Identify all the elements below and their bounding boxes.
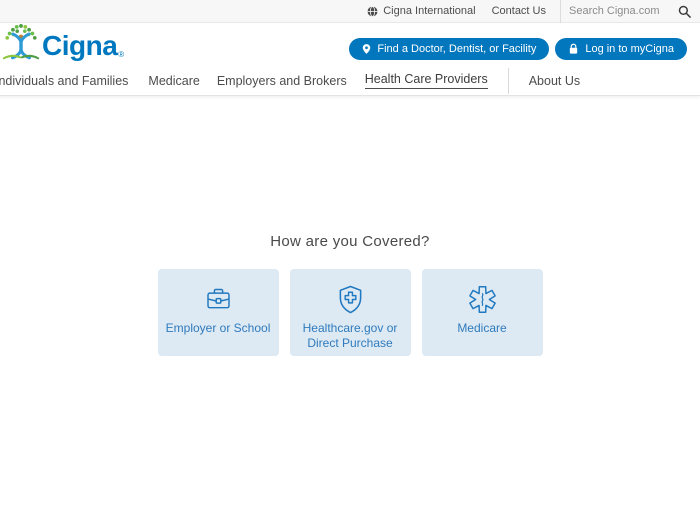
star-of-life-icon (467, 281, 498, 317)
globe-icon (367, 5, 378, 17)
briefcase-icon (203, 281, 234, 317)
lock-icon (568, 43, 579, 55)
search-button[interactable] (674, 5, 700, 18)
search-input[interactable] (569, 5, 674, 17)
main-content: How are you Covered? Employer or School (0, 96, 700, 356)
search-icon (678, 5, 691, 18)
find-doctor-label: Find a Doctor, Dentist, or Facility (377, 43, 537, 55)
location-pin-icon (362, 43, 371, 55)
card-label: Healthcare.gov or Direct Purchase (302, 321, 398, 350)
contact-us-link[interactable]: Contact Us (492, 5, 546, 17)
coverage-cards: Employer or School Healthcare.gov or Dir… (0, 269, 700, 356)
nav-employers-and-brokers[interactable]: Employers and Brokers (217, 74, 347, 88)
site-search (560, 0, 700, 23)
nav-divider (507, 67, 509, 94)
page-title: How are you Covered? (270, 233, 430, 250)
nav-individuals-and-families[interactable]: Individuals and Families (0, 74, 128, 88)
contact-us-label: Contact Us (491, 5, 546, 17)
login-button[interactable]: Log in to myCigna (555, 38, 687, 60)
nav-about-us[interactable]: About Us (529, 74, 580, 88)
card-healthcare-gov[interactable]: Healthcare.gov or Direct Purchase (289, 269, 411, 356)
registered-trademark: ® (118, 50, 125, 59)
shield-cross-icon (337, 281, 364, 317)
card-medicare[interactable]: Medicare (421, 269, 543, 356)
card-label: Medicare (457, 321, 507, 335)
cigna-international-label: Cigna International (383, 5, 476, 17)
utility-bar: Cigna International Contact Us (0, 0, 700, 23)
primary-nav: Individuals and Families Medicare Employ… (0, 67, 700, 96)
cigna-tree-icon (2, 24, 40, 64)
brand-bar: Cigna ® Find a Doctor, Dentist, or Facil… (0, 23, 700, 70)
card-label: Employer or School (165, 321, 271, 335)
nav-health-care-providers[interactable]: Health Care Providers (364, 72, 488, 89)
nav-medicare[interactable]: Medicare (148, 74, 199, 88)
card-employer-or-school[interactable]: Employer or School (157, 269, 279, 356)
cigna-logo[interactable]: Cigna ® (2, 24, 124, 64)
cigna-international-link[interactable]: Cigna International (367, 5, 476, 17)
header-actions: Find a Doctor, Dentist, or Facility Log … (349, 38, 687, 60)
find-doctor-button[interactable]: Find a Doctor, Dentist, or Facility (349, 38, 550, 60)
cigna-wordmark: Cigna (42, 30, 118, 61)
login-label: Log in to myCigna (585, 43, 674, 55)
